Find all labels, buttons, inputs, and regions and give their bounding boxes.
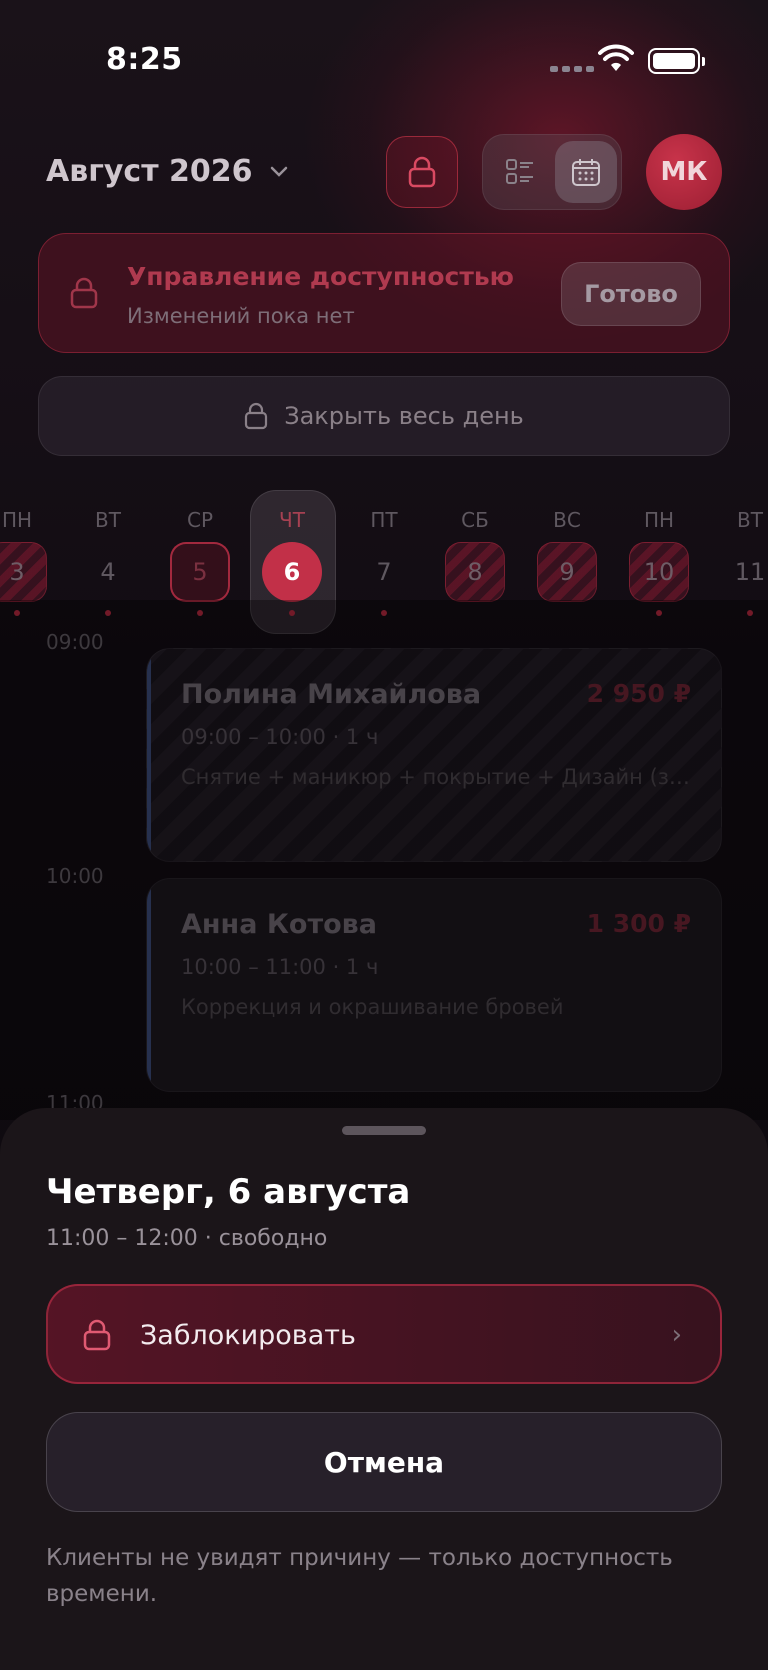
appointment-time: 09:00 – 10:00 · 1 ч [181, 725, 379, 749]
day-of-week: СР [186, 508, 214, 532]
appointment-service: Коррекция и окрашивание бровей [181, 995, 564, 1019]
appointment-service: Снятие + маникюр + покрытие + Дизайн (за… [181, 765, 691, 789]
cancel-button[interactable]: Отмена [46, 1412, 722, 1512]
day-of-week: ВС [553, 508, 581, 532]
battery-icon [648, 48, 705, 74]
day-number: 6 [262, 542, 322, 602]
day-item[interactable]: ВТ 4 [68, 490, 148, 620]
availability-lock-button[interactable] [386, 136, 458, 208]
day-item[interactable]: ПН 10 [619, 490, 699, 620]
days-strip: ПН 3 ВТ 4 СР 5 ЧТ 6 ПТ 7 СБ 8 ВС 9 ПН 10… [0, 490, 768, 634]
day-number: 9 [537, 542, 597, 602]
chevron-right-icon: › [671, 1320, 682, 1350]
availability-card: Управление доступностью Изменений пока н… [38, 233, 730, 353]
day-dot [105, 610, 111, 616]
day-number: 11 [734, 558, 766, 586]
day-of-week: ПН [1, 508, 33, 532]
month-label: Август 2026 [46, 154, 253, 189]
header: Август 2026 МК [0, 130, 768, 214]
day-number: 7 [376, 558, 392, 586]
day-number: 5 [170, 542, 230, 602]
block-button[interactable]: Заблокировать › [46, 1284, 722, 1384]
list-icon [506, 159, 533, 184]
day-number: 3 [0, 542, 47, 602]
day-item[interactable]: СР 5 [160, 490, 240, 620]
month-selector[interactable]: Август 2026 [46, 154, 289, 189]
day-dot [747, 610, 753, 616]
lock-icon [408, 156, 436, 188]
day-of-week: СБ [461, 508, 489, 532]
day-number: 10 [629, 542, 689, 602]
lock-icon [70, 277, 98, 309]
sheet-subtitle: 11:00 – 12:00 · свободно [46, 1226, 328, 1251]
wifi-icon [598, 44, 634, 71]
privacy-note: Клиенты не увидят причину — только досту… [46, 1545, 673, 1607]
chevron-down-icon [270, 166, 287, 177]
appointment-time: 10:00 – 11:00 · 1 ч [181, 955, 379, 979]
appointment-price: 2 950 ₽ [586, 679, 691, 708]
day-item-selected[interactable]: ЧТ 6 [250, 490, 336, 634]
day-item[interactable]: СБ 8 [435, 490, 515, 620]
day-dot [14, 610, 20, 616]
day-item[interactable]: ВС 9 [527, 490, 607, 620]
day-dot [656, 610, 662, 616]
block-label: Заблокировать [140, 1320, 356, 1351]
appointment-price: 1 300 ₽ [586, 909, 691, 938]
time-label: 10:00 [46, 864, 104, 888]
calendar-icon [572, 159, 600, 186]
availability-title: Управление доступностью [127, 262, 514, 291]
day-number: 8 [445, 542, 505, 602]
day-of-week: ВТ [737, 508, 763, 532]
lock-icon [245, 402, 268, 430]
day-of-week: ЧТ [279, 508, 305, 532]
day-dot [289, 610, 295, 616]
day-dot [197, 610, 203, 616]
bottom-sheet: Четверг, 6 августа 11:00 – 12:00 · свобо… [0, 1108, 768, 1670]
close-whole-day-label: Закрыть весь день [284, 402, 524, 430]
sheet-handle[interactable] [342, 1126, 426, 1135]
timeline: 09:00 10:00 11:00 Полина Михайлова 2 950… [0, 630, 768, 1115]
day-item[interactable]: ВТ 11 [710, 490, 768, 620]
status-bar: 8:25 [0, 0, 768, 120]
client-name: Полина Михайлова [181, 679, 482, 710]
time-label: 09:00 [46, 630, 104, 654]
availability-subtitle: Изменений пока нет [127, 304, 355, 328]
appointment-card[interactable]: Анна Котова 1 300 ₽ 10:00 – 11:00 · 1 ч … [146, 878, 722, 1092]
day-of-week: ПН [643, 508, 675, 532]
day-item[interactable]: ПН 3 [0, 490, 57, 620]
close-whole-day-button[interactable]: Закрыть весь день [38, 376, 730, 456]
list-view-button[interactable] [489, 141, 551, 203]
view-toggle [482, 134, 622, 210]
avatar[interactable]: МК [646, 134, 722, 210]
day-of-week: ПТ [370, 508, 398, 532]
sheet-title: Четверг, 6 августа [46, 1172, 411, 1212]
lock-icon [83, 1319, 111, 1351]
status-time: 8:25 [106, 42, 183, 77]
day-of-week: ВТ [95, 508, 121, 532]
client-name: Анна Котова [181, 909, 377, 940]
day-dot [381, 610, 387, 616]
day-number: 4 [100, 558, 116, 586]
signal-icon [550, 66, 594, 72]
appointment-card[interactable]: Полина Михайлова 2 950 ₽ 09:00 – 10:00 ·… [146, 648, 722, 862]
calendar-view-button[interactable] [555, 141, 617, 203]
done-button[interactable]: Готово [561, 262, 701, 326]
day-item[interactable]: ПТ 7 [344, 490, 424, 620]
